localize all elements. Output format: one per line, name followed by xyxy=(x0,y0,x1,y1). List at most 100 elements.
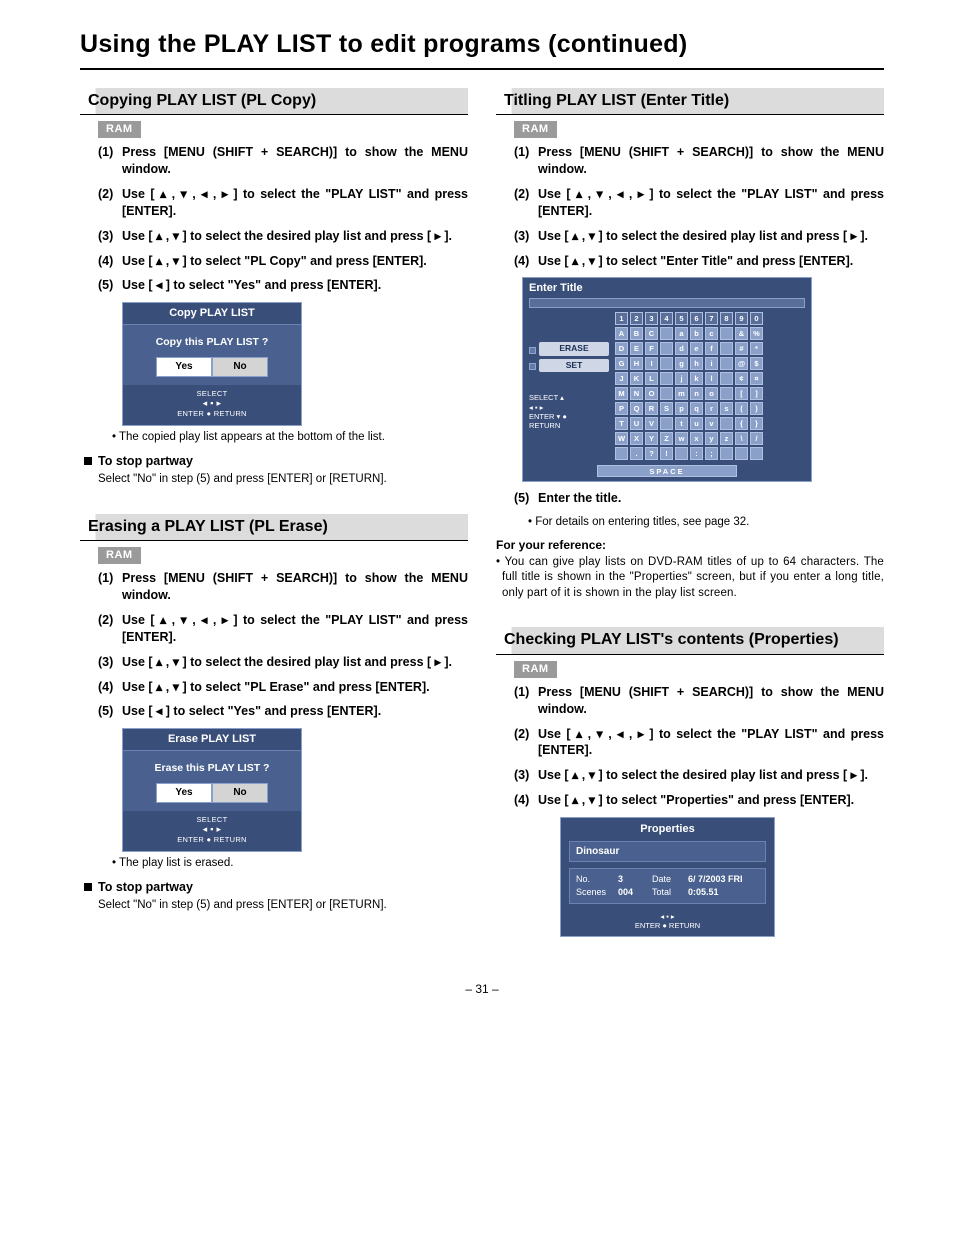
keyboard-key[interactable]: 0 xyxy=(750,312,763,325)
keyboard-key[interactable]: \ xyxy=(735,432,748,445)
keyboard-key[interactable]: * xyxy=(750,342,763,355)
keyboard-key[interactable]: b xyxy=(690,327,703,340)
keyboard-key[interactable]: 1 xyxy=(615,312,628,325)
space-key[interactable]: SPACE xyxy=(597,465,737,477)
keyboard-key[interactable]: ( xyxy=(735,402,748,415)
keyboard-key[interactable]: $ xyxy=(750,357,763,370)
keyboard-key[interactable]: r xyxy=(705,402,718,415)
keyboard-key[interactable]: G xyxy=(615,357,628,370)
keyboard-key[interactable]: W xyxy=(615,432,628,445)
keyboard-key[interactable]: B xyxy=(630,327,643,340)
keyboard-key-blank[interactable] xyxy=(720,342,733,355)
yes-button[interactable]: Yes xyxy=(156,357,212,377)
keyboard-key[interactable]: ! xyxy=(660,447,673,460)
keyboard-key[interactable]: 8 xyxy=(720,312,733,325)
keyboard-key-blank[interactable] xyxy=(720,447,733,460)
yes-button[interactable]: Yes xyxy=(156,783,212,803)
keyboard-key-blank[interactable] xyxy=(660,327,673,340)
keyboard-key[interactable]: l xyxy=(705,372,718,385)
keyboard-key[interactable]: } xyxy=(750,417,763,430)
keyboard-key-blank[interactable] xyxy=(720,387,733,400)
keyboard-key[interactable]: s xyxy=(720,402,733,415)
keyboard-key-blank[interactable] xyxy=(660,387,673,400)
keyboard-key[interactable]: ) xyxy=(750,402,763,415)
keyboard-key[interactable]: f xyxy=(705,342,718,355)
keyboard-key[interactable]: % xyxy=(750,327,763,340)
keyboard-key[interactable]: # xyxy=(735,342,748,355)
keyboard-key[interactable]: n xyxy=(690,387,703,400)
keyboard-key[interactable]: Q xyxy=(630,402,643,415)
keyboard-key-blank[interactable] xyxy=(660,417,673,430)
keyboard-key[interactable]: d xyxy=(675,342,688,355)
keyboard-key-blank[interactable] xyxy=(675,447,688,460)
keyboard-key[interactable]: C xyxy=(645,327,658,340)
keyboard-key[interactable]: k xyxy=(690,372,703,385)
keyboard-key[interactable]: M xyxy=(615,387,628,400)
keyboard-key[interactable]: x xyxy=(690,432,703,445)
keyboard-key-blank[interactable] xyxy=(720,417,733,430)
keyboard-key[interactable]: K xyxy=(630,372,643,385)
keyboard-key[interactable]: m xyxy=(675,387,688,400)
keyboard-key[interactable]: z xyxy=(720,432,733,445)
keyboard-key[interactable]: c xyxy=(705,327,718,340)
keyboard-key[interactable]: O xyxy=(645,387,658,400)
keyboard-key[interactable]: Y xyxy=(645,432,658,445)
keyboard-key[interactable]: ; xyxy=(705,447,718,460)
keyboard-key[interactable]: U xyxy=(630,417,643,430)
keyboard-key[interactable]: S xyxy=(660,402,673,415)
keyboard-key[interactable]: X xyxy=(630,432,643,445)
keyboard-key[interactable]: t xyxy=(675,417,688,430)
keyboard-key[interactable]: v xyxy=(705,417,718,430)
keyboard-key[interactable]: T xyxy=(615,417,628,430)
keyboard-key[interactable]: ? xyxy=(645,447,658,460)
no-button[interactable]: No xyxy=(212,783,268,803)
title-input-field[interactable] xyxy=(529,298,805,308)
keyboard-key[interactable]: Z xyxy=(660,432,673,445)
keyboard-key[interactable]: L xyxy=(645,372,658,385)
keyboard-key[interactable]: u xyxy=(690,417,703,430)
keyboard-key-blank[interactable] xyxy=(660,357,673,370)
keyboard-key-blank[interactable] xyxy=(660,342,673,355)
keyboard-key[interactable]: y xyxy=(705,432,718,445)
keyboard-key[interactable]: h xyxy=(690,357,703,370)
keyboard-key[interactable]: ] xyxy=(750,387,763,400)
keyboard-key-blank[interactable] xyxy=(615,447,628,460)
keyboard-key[interactable]: F xyxy=(645,342,658,355)
keyboard-key[interactable]: @ xyxy=(735,357,748,370)
keyboard-key[interactable]: p xyxy=(675,402,688,415)
keyboard-key[interactable]: 6 xyxy=(690,312,703,325)
keyboard-key[interactable]: [ xyxy=(735,387,748,400)
keyboard-key-blank[interactable] xyxy=(660,372,673,385)
keyboard-key[interactable]: o xyxy=(705,387,718,400)
keyboard-key[interactable]: a xyxy=(675,327,688,340)
keyboard-key[interactable]: D xyxy=(615,342,628,355)
keyboard-key-blank[interactable] xyxy=(720,372,733,385)
keyboard-key[interactable]: I xyxy=(645,357,658,370)
set-button[interactable]: SET xyxy=(539,359,609,372)
keyboard-key[interactable]: : xyxy=(690,447,703,460)
no-button[interactable]: No xyxy=(212,357,268,377)
keyboard-key[interactable]: J xyxy=(615,372,628,385)
keyboard-key[interactable]: w xyxy=(675,432,688,445)
keyboard-key[interactable]: i xyxy=(705,357,718,370)
keyboard-key-blank[interactable] xyxy=(735,447,748,460)
keyboard-key[interactable]: V xyxy=(645,417,658,430)
keyboard-key[interactable]: & xyxy=(735,327,748,340)
keyboard-key-blank[interactable] xyxy=(750,447,763,460)
keyboard-key[interactable]: e xyxy=(690,342,703,355)
keyboard-key[interactable]: 2 xyxy=(630,312,643,325)
keyboard-key[interactable]: H xyxy=(630,357,643,370)
keyboard-key[interactable]: N xyxy=(630,387,643,400)
keyboard-key[interactable]: ¤ xyxy=(750,372,763,385)
keyboard-key[interactable]: q xyxy=(690,402,703,415)
keyboard-key[interactable]: P xyxy=(615,402,628,415)
keyboard-key[interactable]: R xyxy=(645,402,658,415)
keyboard-key[interactable]: { xyxy=(735,417,748,430)
keyboard-key[interactable]: . xyxy=(630,447,643,460)
keyboard-key[interactable]: 3 xyxy=(645,312,658,325)
keyboard-key[interactable]: 9 xyxy=(735,312,748,325)
erase-button[interactable]: ERASE xyxy=(539,342,609,355)
keyboard-key[interactable]: g xyxy=(675,357,688,370)
keyboard-key[interactable]: 5 xyxy=(675,312,688,325)
keyboard-key-blank[interactable] xyxy=(720,327,733,340)
